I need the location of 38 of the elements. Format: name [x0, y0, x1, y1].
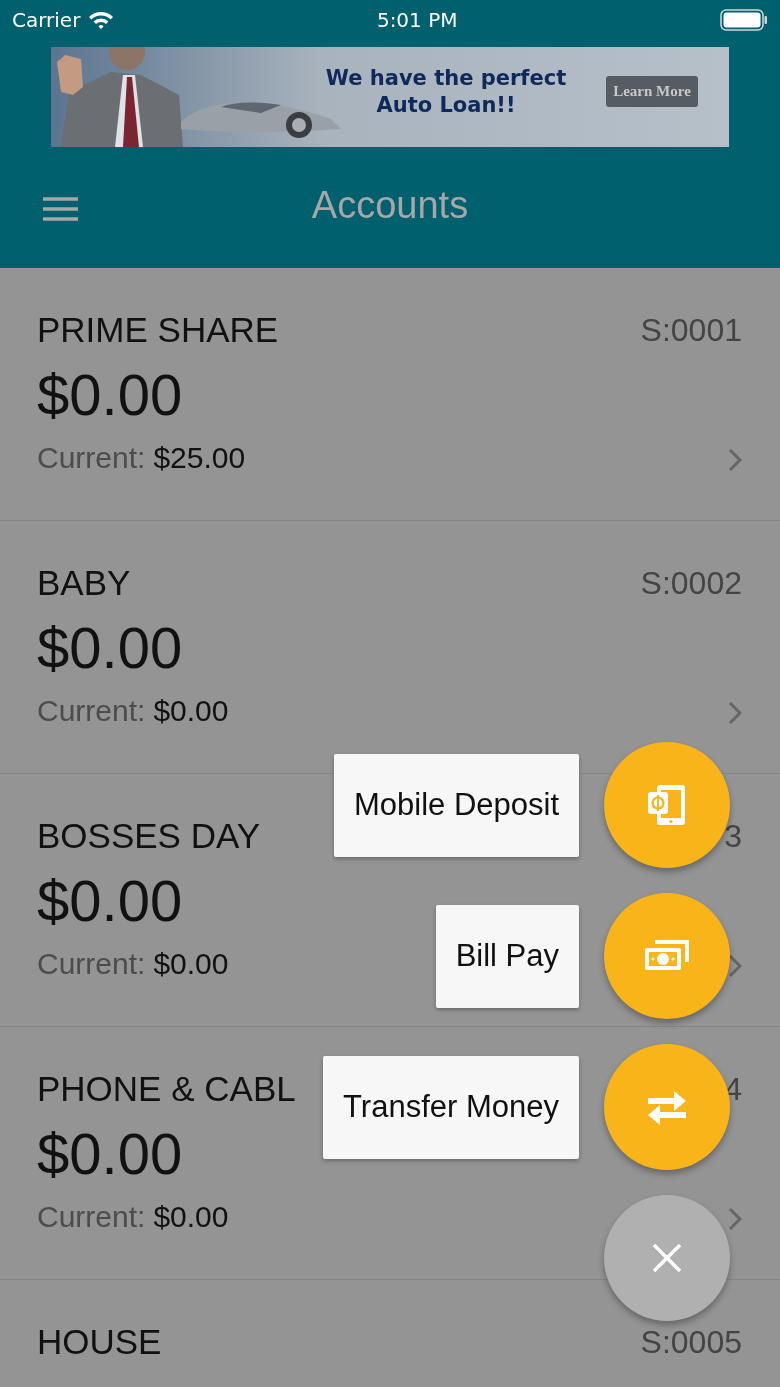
current-balance: $0.00 [153, 693, 229, 729]
account-number: S:0002 [640, 564, 742, 603]
ad-headline: We have the perfect Auto Loan!! [324, 65, 568, 119]
chevron-icon [728, 701, 742, 725]
current-label: Current: [37, 440, 146, 476]
account-number: 3 [724, 817, 742, 856]
battery-icon [720, 9, 768, 31]
action-label[interactable]: Transfer Money [323, 1055, 579, 1159]
wifi-icon [88, 10, 115, 30]
current-balance: $25.00 [153, 440, 246, 476]
close-icon [651, 1242, 683, 1274]
account-name: PHONE & CABL [37, 1069, 296, 1109]
account-name: BABY [37, 563, 131, 603]
account-name: PRIME SHARE [37, 310, 279, 350]
current-balance: $0.00 [153, 1199, 229, 1235]
account-balance: $0.00 [37, 1121, 183, 1187]
chevron-icon [728, 954, 742, 978]
account-number: S:0001 [640, 311, 742, 350]
account-name: HOUSE [37, 1322, 162, 1362]
chevron-icon [728, 1207, 742, 1231]
account-name: BOSSES DAY [37, 816, 261, 856]
current-label: Current: [37, 693, 146, 729]
ad-banner[interactable]: We have the perfect Auto Loan!! Learn More [51, 47, 729, 147]
action-label[interactable]: Bill Pay [435, 904, 579, 1008]
screen-title: Accounts [311, 182, 469, 228]
carrier-name: Carrier [12, 7, 81, 34]
account-number: S:0005 [640, 1323, 742, 1362]
menu-icon[interactable] [43, 197, 78, 221]
chevron-icon [728, 448, 742, 472]
learn-more-button[interactable]: Learn More [606, 76, 698, 107]
current-label: Current: [37, 1199, 146, 1235]
action-label[interactable]: Mobile Deposit [333, 753, 579, 857]
current-balance: $0.00 [153, 946, 229, 982]
current-label: Current: [37, 946, 146, 982]
status-time: 5:01 PM [376, 7, 458, 34]
account-balance: $0.00 [37, 362, 183, 428]
account-balance: $0.00 [37, 615, 183, 681]
account-balance: $0.00 [37, 868, 183, 934]
